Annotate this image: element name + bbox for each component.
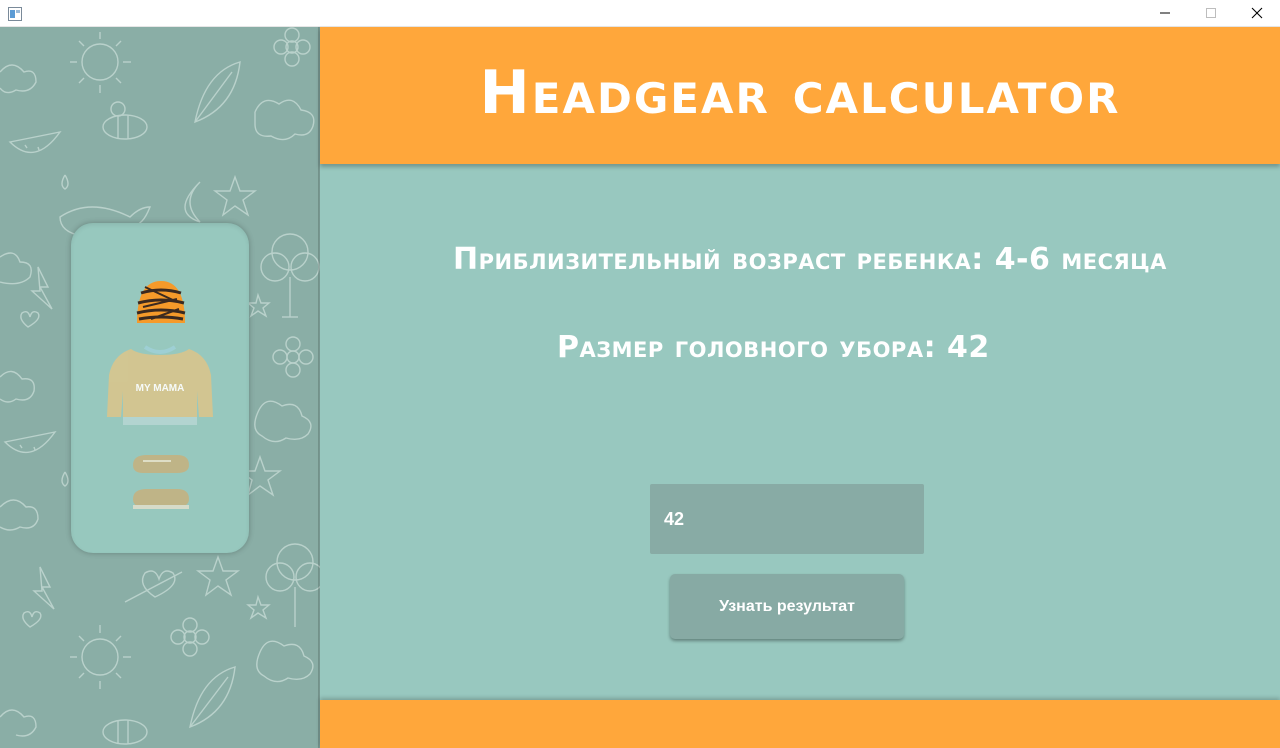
page-title: Headgear calculator: [479, 57, 1121, 128]
sweatshirt-text: MY MAMA: [136, 383, 185, 394]
decorative-sidebar: MY MAMA: [0, 27, 320, 748]
window-titlebar: [0, 0, 1280, 27]
size-result-text: Размер головного убора: 42: [557, 330, 990, 365]
minimize-button[interactable]: [1142, 0, 1188, 27]
sweatshirt-icon: MY MAMA: [107, 345, 213, 425]
close-icon: [1251, 4, 1263, 23]
header-bar: Headgear calculator: [320, 27, 1280, 164]
maximize-button[interactable]: [1188, 0, 1234, 27]
get-result-button[interactable]: Узнать результат: [670, 574, 904, 639]
baby-outfit-illustration: MY MAMA: [107, 281, 213, 509]
head-size-input[interactable]: [650, 484, 924, 554]
close-button[interactable]: [1234, 0, 1280, 27]
maximize-icon: [1205, 4, 1217, 23]
hat-icon: [136, 281, 186, 323]
footer-bar: [320, 700, 1280, 748]
app-window-icon: [8, 6, 22, 21]
shoes-icon: [133, 455, 189, 509]
main-content: Приблизительный возраст ребенка: 4-6 мес…: [320, 164, 1280, 700]
minimize-icon: [1159, 4, 1171, 23]
age-result-text: Приблизительный возраст ребенка: 4-6 мес…: [453, 242, 1167, 277]
outfit-card: MY MAMA: [71, 223, 249, 553]
